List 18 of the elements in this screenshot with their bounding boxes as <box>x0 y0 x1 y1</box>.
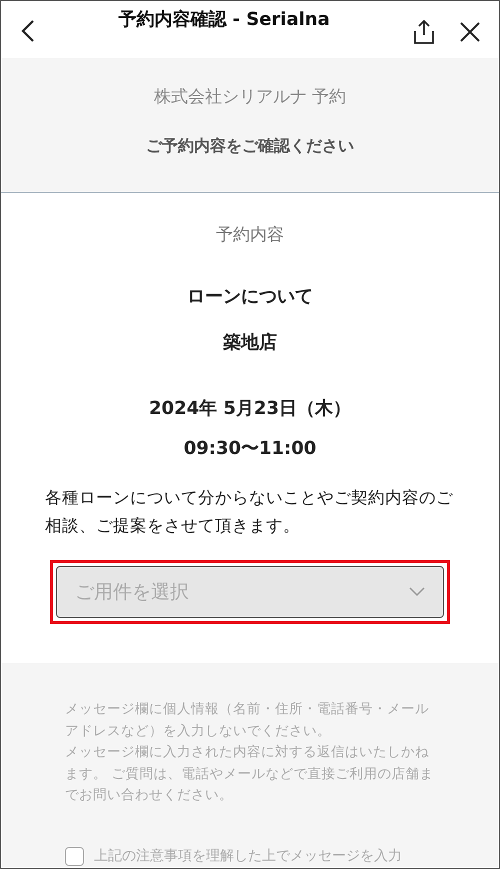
store-name: 築地店 <box>223 331 277 354</box>
close-icon[interactable] <box>459 21 481 43</box>
notice-text: メッセージ欄に入力された内容に対する返信はいたしかねます。 ご質問は、電話やメールなどで直接ご利用の店舗までお問い合わせください。 <box>65 743 434 805</box>
agreement-checkbox[interactable] <box>65 846 84 866</box>
company-name: 株式会社シリアルナ 予約 <box>154 86 346 108</box>
menu-description: 各種ローンについて分からないことやご契約内容のご相談、ご提案をさせて頂きます。 <box>45 487 454 537</box>
section-label: 予約内容 <box>216 224 284 246</box>
window-title: 予約内容確認 - Serialna <box>117 8 331 31</box>
page-heading: ご予約内容をご確認ください <box>146 136 354 157</box>
notice-text: メッセージ欄に個人情報（名前・住所・電話番号・メールアドレスなど）を入力しないでください。 <box>65 700 430 740</box>
back-icon[interactable] <box>21 19 35 43</box>
chevron-down-icon <box>409 587 425 597</box>
reservation-date: 2024年 5月23日（木） <box>149 397 351 420</box>
share-icon[interactable] <box>413 19 435 45</box>
agreement-label: 上記の注意事項を理解した上でメッセージを入力 <box>94 847 402 865</box>
reservation-time: 09:30〜11:00 <box>184 437 316 460</box>
menu-name: ローンについて <box>187 285 313 308</box>
purpose-dropdown[interactable]: ご用件を選択 <box>56 566 444 618</box>
